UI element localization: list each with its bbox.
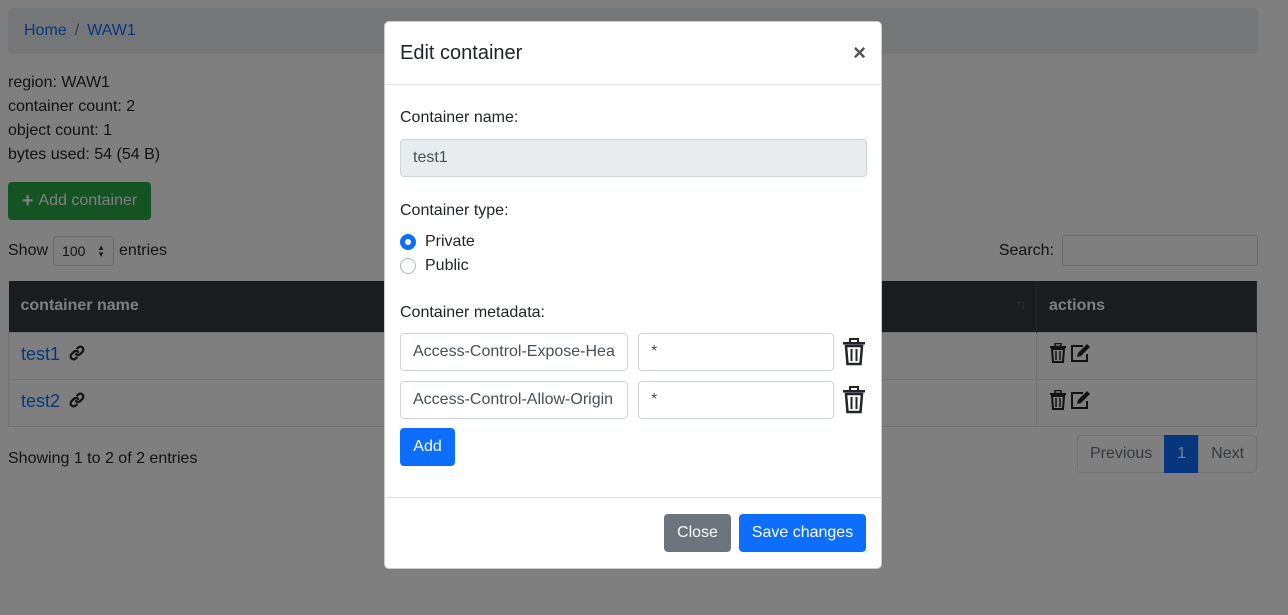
metadata-value-input[interactable] <box>638 333 834 371</box>
radio-public[interactable]: Public <box>400 257 469 275</box>
modal-title: Edit container <box>400 41 523 64</box>
container-type-label: Container type: <box>400 202 509 219</box>
metadata-row <box>400 381 866 419</box>
radio-public-indicator[interactable] <box>400 258 416 274</box>
save-changes-button[interactable]: Save changes <box>739 514 866 552</box>
trash-icon[interactable] <box>842 386 866 414</box>
radio-private-indicator[interactable] <box>400 234 416 250</box>
radio-private[interactable]: Private <box>400 233 475 251</box>
modal-header: Edit container × <box>385 22 881 85</box>
container-name-field[interactable] <box>400 139 867 177</box>
radio-private-label: Private <box>425 233 475 250</box>
close-button[interactable]: Close <box>664 514 731 552</box>
close-icon[interactable]: × <box>853 42 866 64</box>
modal-body: Container name: Container type: Private … <box>385 85 881 499</box>
container-metadata-label: Container metadata: <box>400 304 545 321</box>
edit-container-modal: Edit container × Container name: Contain… <box>384 21 882 569</box>
metadata-value-input[interactable] <box>638 381 834 419</box>
metadata-key-input[interactable] <box>400 381 628 419</box>
container-name-label: Container name: <box>400 109 519 126</box>
add-metadata-button[interactable]: Add <box>400 428 455 466</box>
modal-footer: Close Save changes <box>385 497 881 568</box>
metadata-row <box>400 333 866 371</box>
metadata-key-input[interactable] <box>400 333 628 371</box>
radio-public-label: Public <box>425 257 469 274</box>
trash-icon[interactable] <box>842 338 866 366</box>
